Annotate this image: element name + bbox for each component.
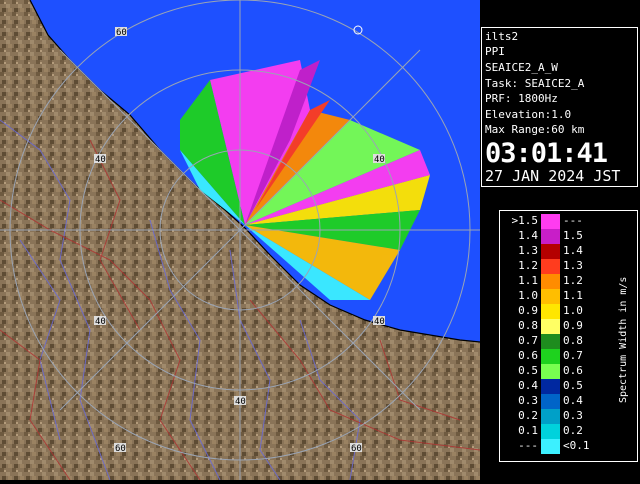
legend-color-swatch: [541, 259, 560, 274]
ring-label: 60: [116, 28, 127, 38]
legend-row: 0.4 0.5: [500, 379, 610, 394]
legend-upper-value: 1.5: [563, 229, 583, 242]
legend-lower-value: 0.2: [518, 409, 538, 422]
legend-upper-value: 0.7: [563, 349, 583, 362]
legend-lower-value: 0.6: [518, 349, 538, 362]
task-name: Task: SEAICE2_A: [485, 77, 585, 90]
legend-upper-value: 0.3: [563, 409, 583, 422]
legend-row: 1.0 1.1: [500, 289, 610, 304]
legend-upper-value: 1.1: [563, 289, 583, 302]
scan-time: 03:01:41: [485, 138, 608, 169]
legend-lower-value: 0.3: [518, 394, 538, 407]
legend-row: 1.3 1.4: [500, 244, 610, 259]
prf-value: PRF: 1800Hz: [485, 92, 558, 105]
legend-lower-value: 1.4: [518, 229, 538, 242]
max-range-value: Max Range:60 km: [485, 123, 585, 136]
legend-color-swatch: [541, 424, 560, 439]
radar-name: ilts2: [485, 30, 519, 43]
svg-text:Spectrum Width in m/s: Spectrum Width in m/s: [618, 277, 629, 403]
legend-color-swatch: [541, 319, 560, 334]
legend-color-swatch: [541, 379, 560, 394]
legend-row: >1.5 ---: [500, 214, 610, 229]
legend-color-swatch: [541, 229, 560, 244]
legend-row: 0.2 0.3: [500, 409, 610, 424]
ring-label: 40: [95, 317, 106, 327]
ring-label: 60: [115, 444, 126, 454]
legend-upper-value: 0.8: [563, 334, 583, 347]
legend-row: 0.9 1.0: [500, 304, 610, 319]
legend-upper-value: 0.5: [563, 379, 583, 392]
legend-upper-value: 1.0: [563, 304, 583, 317]
legend-lower-value: 1.2: [518, 259, 538, 272]
legend-color-swatch: [541, 214, 560, 229]
legend-upper-value: ---: [563, 214, 583, 227]
elevation-value: Elevation:1.0: [485, 108, 572, 121]
legend-color-swatch: [541, 334, 560, 349]
product-name: SEAICE2_A_W: [485, 61, 558, 74]
legend-row: 0.5 0.6: [500, 364, 610, 379]
legend-title: Spectrum Width in m/s: [618, 277, 629, 403]
legend-lower-value: ---: [518, 439, 538, 452]
legend-lower-value: 0.1: [518, 424, 538, 437]
legend-row: 0.6 0.7: [500, 349, 610, 364]
scan-date: 27 JAN 2024 JST: [485, 167, 621, 185]
legend-upper-value: 0.6: [563, 364, 583, 377]
legend-row: 1.4 1.5: [500, 229, 610, 244]
legend-row: 0.8 0.9: [500, 319, 610, 334]
legend-upper-value: 1.2: [563, 274, 583, 287]
legend-upper-value: 0.2: [563, 424, 583, 437]
legend-lower-value: 0.5: [518, 364, 538, 377]
legend-color-swatch: [541, 289, 560, 304]
legend-upper-value: 0.9: [563, 319, 583, 332]
legend-color-swatch: [541, 439, 560, 454]
ring-label: 40: [374, 317, 385, 327]
legend-lower-value: >1.5: [511, 214, 539, 227]
legend-upper-value: 1.4: [563, 244, 583, 257]
radar-ppi-map: 60 40 40 40 40 40 60 60: [0, 0, 480, 480]
legend-lower-value: 1.0: [518, 289, 538, 302]
info-panel: ilts2 PPI SEAICE2_A_W Task: SEAICE2_A PR…: [481, 27, 638, 187]
legend-color-swatch: [541, 394, 560, 409]
legend-lower-value: 0.8: [518, 319, 538, 332]
legend-row: 1.2 1.3: [500, 259, 610, 274]
color-legend: >1.5 --- 1.4 1.5 1.3 1.4 1.2 1.3 1.1 1.2 1.0 1.1 0.9…: [499, 210, 638, 462]
legend-color-swatch: [541, 274, 560, 289]
legend-lower-value: 0.7: [518, 334, 538, 347]
legend-row: 0.1 0.2: [500, 424, 610, 439]
ring-label: 60: [351, 444, 362, 454]
legend-lower-value: 1.3: [518, 244, 538, 257]
legend-row: 0.7 0.8: [500, 334, 610, 349]
ring-label: 40: [374, 155, 385, 165]
scan-mode: PPI: [485, 45, 505, 58]
legend-color-swatch: [541, 244, 560, 259]
legend-upper-value: 0.4: [563, 394, 583, 407]
legend-upper-value: <0.1: [563, 439, 590, 452]
legend-upper-value: 1.3: [563, 259, 583, 272]
legend-color-swatch: [541, 364, 560, 379]
legend-color-swatch: [541, 304, 560, 319]
legend-color-swatch: [541, 349, 560, 364]
ring-label: 40: [95, 155, 106, 165]
legend-lower-value: 1.1: [518, 274, 538, 287]
legend-row: 1.1 1.2: [500, 274, 610, 289]
legend-lower-value: 0.4: [518, 379, 538, 392]
legend-lower-value: 0.9: [518, 304, 538, 317]
ring-label: 40: [235, 397, 246, 407]
legend-row: 0.3 0.4: [500, 394, 610, 409]
legend-row: --- <0.1: [500, 439, 610, 454]
legend-color-swatch: [541, 409, 560, 424]
